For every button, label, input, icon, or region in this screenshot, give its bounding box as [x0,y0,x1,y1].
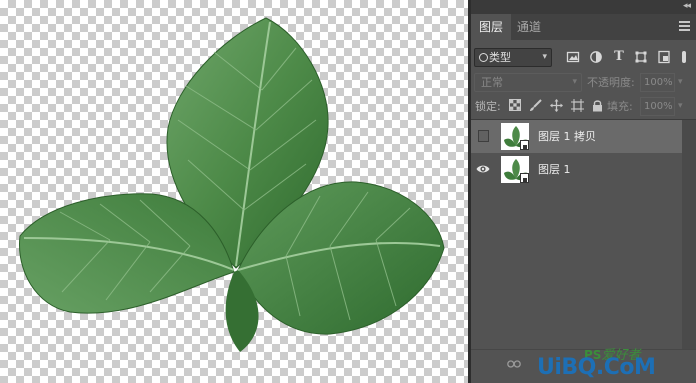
adjustment-filter-icon[interactable] [589,50,603,64]
lock-image-pixels-icon[interactable] [529,99,542,113]
fill-label: 填充: [607,100,633,113]
opacity-dropdown-icon[interactable]: ▾ [678,73,683,92]
tab-channels[interactable]: 通道 [509,14,549,40]
layers-scrollbar[interactable] [682,120,696,349]
smart-object-icon [520,173,529,183]
tab-layers[interactable]: 图层 [471,14,512,40]
panel-menu-icon[interactable] [679,21,690,31]
watermark-brand: UiBQ.CoM [537,355,656,380]
filter-toggle-icon[interactable] [679,50,689,64]
lock-position-icon[interactable] [550,99,563,113]
chevron-down-icon: ▾ [572,77,577,87]
blend-mode-select[interactable]: 正常 ▾ [474,73,582,92]
filter-type-label: 类型 [489,51,511,64]
layer-name[interactable]: 图层 1 [538,153,571,186]
shape-filter-icon[interactable] [634,50,648,64]
layer-row-layer1-copy[interactable]: 图层 1 拷贝 [471,120,682,153]
panel-tabs: 图层 通道 [471,14,696,40]
visibility-toggle-off[interactable] [478,130,489,142]
strawberry-leaf-image [18,17,445,352]
lock-transparent-pixels-icon[interactable] [508,99,521,113]
lock-artboard-icon[interactable] [571,99,584,113]
search-icon [479,53,488,62]
chevron-down-icon: ▾ [542,52,547,62]
opacity-input[interactable]: 100% [640,73,675,92]
opacity-label: 不透明度: [587,76,635,89]
document-canvas[interactable] [0,0,468,383]
blend-mode-value: 正常 [481,76,503,89]
layers-panel: ◂◂ 图层 通道 类型 ▾ T 正常 ▾ 不透明度: 100% ▾ 锁定: 填充… [471,0,696,383]
eye-icon[interactable] [476,163,490,175]
image-filter-icon[interactable] [566,50,580,64]
link-layers-icon[interactable] [507,358,521,372]
layer-name[interactable]: 图层 1 拷贝 [538,120,596,153]
lock-label: 锁定: [475,100,501,113]
fill-dropdown-icon[interactable]: ▾ [678,97,683,116]
layer-row-layer1[interactable]: 图层 1 [471,153,682,186]
smart-object-filter-icon[interactable] [657,50,671,64]
fill-input[interactable]: 100% [640,97,675,116]
smart-object-icon [520,140,529,150]
lock-all-icon[interactable] [591,99,604,113]
layer-filter-select[interactable]: 类型 ▾ [474,48,552,67]
collapse-panels-icon[interactable]: ◂◂ [683,1,691,11]
panel-header-bar: ◂◂ [471,0,696,14]
type-filter-icon[interactable]: T [612,50,626,64]
